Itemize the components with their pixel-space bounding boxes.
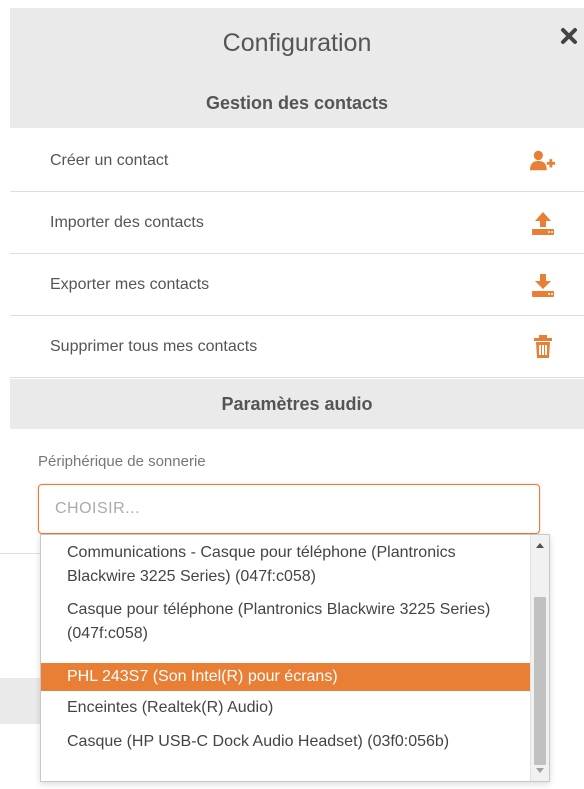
- contacts-section-header: Gestion des contacts: [10, 78, 584, 128]
- dropdown-option[interactable]: Communications - Casque pour téléphone (…: [41, 541, 530, 589]
- panel-header: Configuration: [10, 8, 584, 78]
- add-user-icon: [530, 148, 556, 174]
- export-contacts-label: Exporter mes contacts: [50, 275, 210, 293]
- section-header-background: [0, 678, 40, 724]
- ringtone-device-dropdown: Communications - Casque pour téléphone (…: [40, 534, 550, 782]
- download-icon: [530, 272, 556, 298]
- dropdown-option[interactable]: Casque (HP USB-C Dock Audio Headset) (03…: [41, 730, 530, 754]
- dropdown-scrollbar[interactable]: [530, 535, 549, 781]
- select-placeholder: CHOISIR...: [55, 500, 141, 517]
- divider: [0, 553, 40, 554]
- export-contacts-item[interactable]: Exporter mes contacts: [10, 254, 584, 316]
- ringtone-device-label: Périphérique de sonnerie: [38, 453, 206, 470]
- upload-icon: [530, 210, 556, 236]
- page-title: Configuration: [222, 28, 372, 57]
- scrollbar-thumb[interactable]: [534, 597, 546, 765]
- close-icon[interactable]: [556, 23, 582, 49]
- scroll-up-arrow-icon[interactable]: [531, 537, 549, 553]
- create-contact-item[interactable]: Créer un contact: [10, 130, 584, 192]
- import-contacts-label: Importer des contacts: [50, 213, 204, 231]
- delete-all-contacts-item[interactable]: Supprimer tous mes contacts: [10, 316, 584, 378]
- ringtone-device-select[interactable]: CHOISIR...: [38, 484, 540, 534]
- import-contacts-item[interactable]: Importer des contacts: [10, 192, 584, 254]
- audio-section-title: Paramètres audio: [221, 393, 373, 414]
- trash-icon: [530, 334, 556, 360]
- dropdown-option-selected[interactable]: PHL 243S7 (Son Intel(R) pour écrans): [41, 663, 530, 691]
- delete-all-contacts-label: Supprimer tous mes contacts: [50, 337, 258, 355]
- dropdown-option[interactable]: Enceintes (Realtek(R) Audio): [41, 696, 530, 720]
- audio-section-header: Paramètres audio: [10, 379, 584, 429]
- create-contact-label: Créer un contact: [50, 151, 169, 169]
- dropdown-option[interactable]: Casque pour téléphone (Plantronics Black…: [41, 598, 530, 646]
- contacts-section-title: Gestion des contacts: [205, 92, 389, 113]
- scroll-down-arrow-icon[interactable]: [531, 763, 549, 779]
